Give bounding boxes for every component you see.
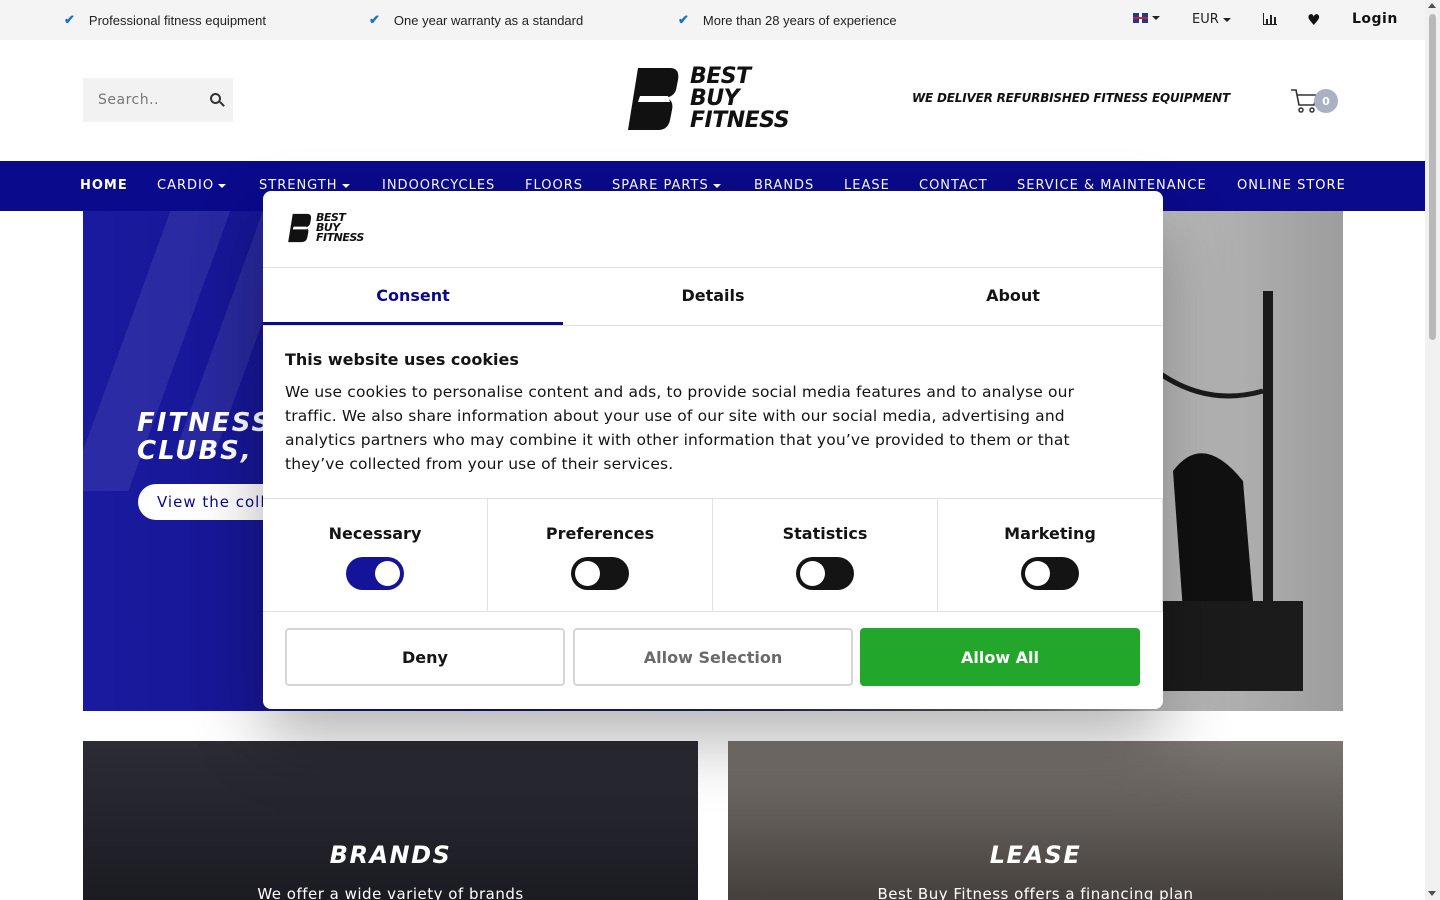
card-subtitle: We offer a wide variety of brands (257, 885, 524, 900)
marketing-toggle[interactable] (1021, 557, 1079, 590)
cart-count-badge[interactable]: 0 (1314, 89, 1338, 113)
dialog-heading: This website uses cookies (285, 350, 519, 369)
dialog-body-text: We use cookies to personalise content an… (285, 383, 1075, 473)
toggle-label: Statistics (782, 524, 868, 543)
allow-selection-button[interactable]: Allow Selection (573, 628, 853, 686)
brands-card[interactable]: BRANDS We offer a wide variety of brands (83, 741, 698, 900)
chevron-down-icon (1222, 17, 1231, 22)
usp-item: ✔ Professional fitness equipment (64, 12, 266, 28)
check-icon: ✔ (64, 12, 75, 27)
nav-item-home[interactable]: HOME (80, 178, 128, 193)
toggle-group-necessary: Necessary (263, 499, 488, 611)
toggle-label: Marketing (1004, 524, 1096, 543)
cookie-consent-dialog: BEST BUY FITNESS Consent Details About T… (263, 191, 1163, 709)
scrollbar-thumb[interactable] (1429, 14, 1436, 340)
nav-label: CARDIO (157, 178, 215, 193)
card-title: BRANDS (329, 841, 452, 869)
usp-text: More than 28 years of experience (702, 12, 897, 28)
chevron-down-icon (218, 183, 227, 188)
lease-card[interactable]: LEASE Best Buy Fitness offers a financin… (728, 741, 1343, 900)
tab-details[interactable]: Details (563, 268, 863, 326)
toggle-group-statistics: Statistics (713, 499, 938, 611)
site-logo[interactable]: BEST BUY FITNESS (626, 64, 790, 133)
logo-mark-icon (288, 213, 312, 243)
usp-text: One year warranty as a standard (393, 12, 584, 28)
wishlist-heart-icon[interactable]: ♥ (1307, 11, 1320, 29)
chevron-down-icon (1152, 16, 1160, 20)
chevron-down-icon (712, 183, 721, 188)
usp-item: ✔ More than 28 years of experience (678, 12, 897, 28)
logo-wordmark: BEST BUY FITNESS (316, 211, 364, 244)
preferences-toggle[interactable] (571, 557, 629, 590)
dialog-logo: BEST BUY FITNESS (287, 211, 364, 244)
card-subtitle: Best Buy Fitness offers a financing plan (877, 885, 1194, 900)
statistics-toggle[interactable] (796, 557, 854, 590)
search-input[interactable] (98, 92, 203, 108)
currency-selector[interactable]: EUR (1192, 12, 1231, 27)
nav-item-online-store[interactable]: ONLINE STORE (1237, 178, 1346, 193)
tab-about[interactable]: About (863, 268, 1163, 326)
login-link[interactable]: Login (1352, 11, 1398, 27)
necessary-toggle[interactable] (346, 557, 404, 590)
toggle-label: Preferences (545, 524, 655, 543)
toggle-group-marketing: Marketing (938, 499, 1163, 611)
toggle-label: Necessary (328, 524, 422, 543)
currency-label: EUR (1192, 12, 1219, 27)
check-icon: ✔ (678, 12, 689, 27)
search-box (83, 78, 233, 122)
language-selector[interactable] (1133, 13, 1160, 23)
top-utility-bar: ✔ Professional fitness equipment ✔ One y… (0, 0, 1425, 40)
nav-item-cardio[interactable]: CARDIO (157, 178, 227, 193)
logo-mark-icon (626, 66, 682, 132)
header-tagline: WE DELIVER REFURBISHED FITNESS EQUIPMENT (912, 91, 1230, 105)
compare-chart-icon[interactable] (1263, 13, 1277, 25)
usp-item: ✔ One year warranty as a standard (369, 12, 583, 28)
usp-text: Professional fitness equipment (88, 12, 266, 28)
search-icon[interactable] (210, 93, 221, 104)
chevron-down-icon (341, 183, 350, 188)
deny-button[interactable]: Deny (285, 628, 565, 686)
page-scrollbar[interactable] (1425, 0, 1440, 900)
uk-flag-icon (1133, 13, 1148, 23)
divider (263, 325, 1163, 326)
logo-wordmark: BEST BUY FITNESS (690, 64, 790, 133)
card-title: LEASE (989, 841, 1082, 869)
scroll-up-arrow-icon[interactable] (1428, 3, 1436, 8)
allow-all-button[interactable]: Allow All (860, 628, 1140, 686)
divider (263, 611, 1163, 612)
tab-consent[interactable]: Consent (263, 268, 563, 326)
scroll-down-arrow-icon[interactable] (1428, 891, 1436, 896)
check-icon: ✔ (369, 12, 380, 27)
toggle-group-preferences: Preferences (488, 499, 713, 611)
